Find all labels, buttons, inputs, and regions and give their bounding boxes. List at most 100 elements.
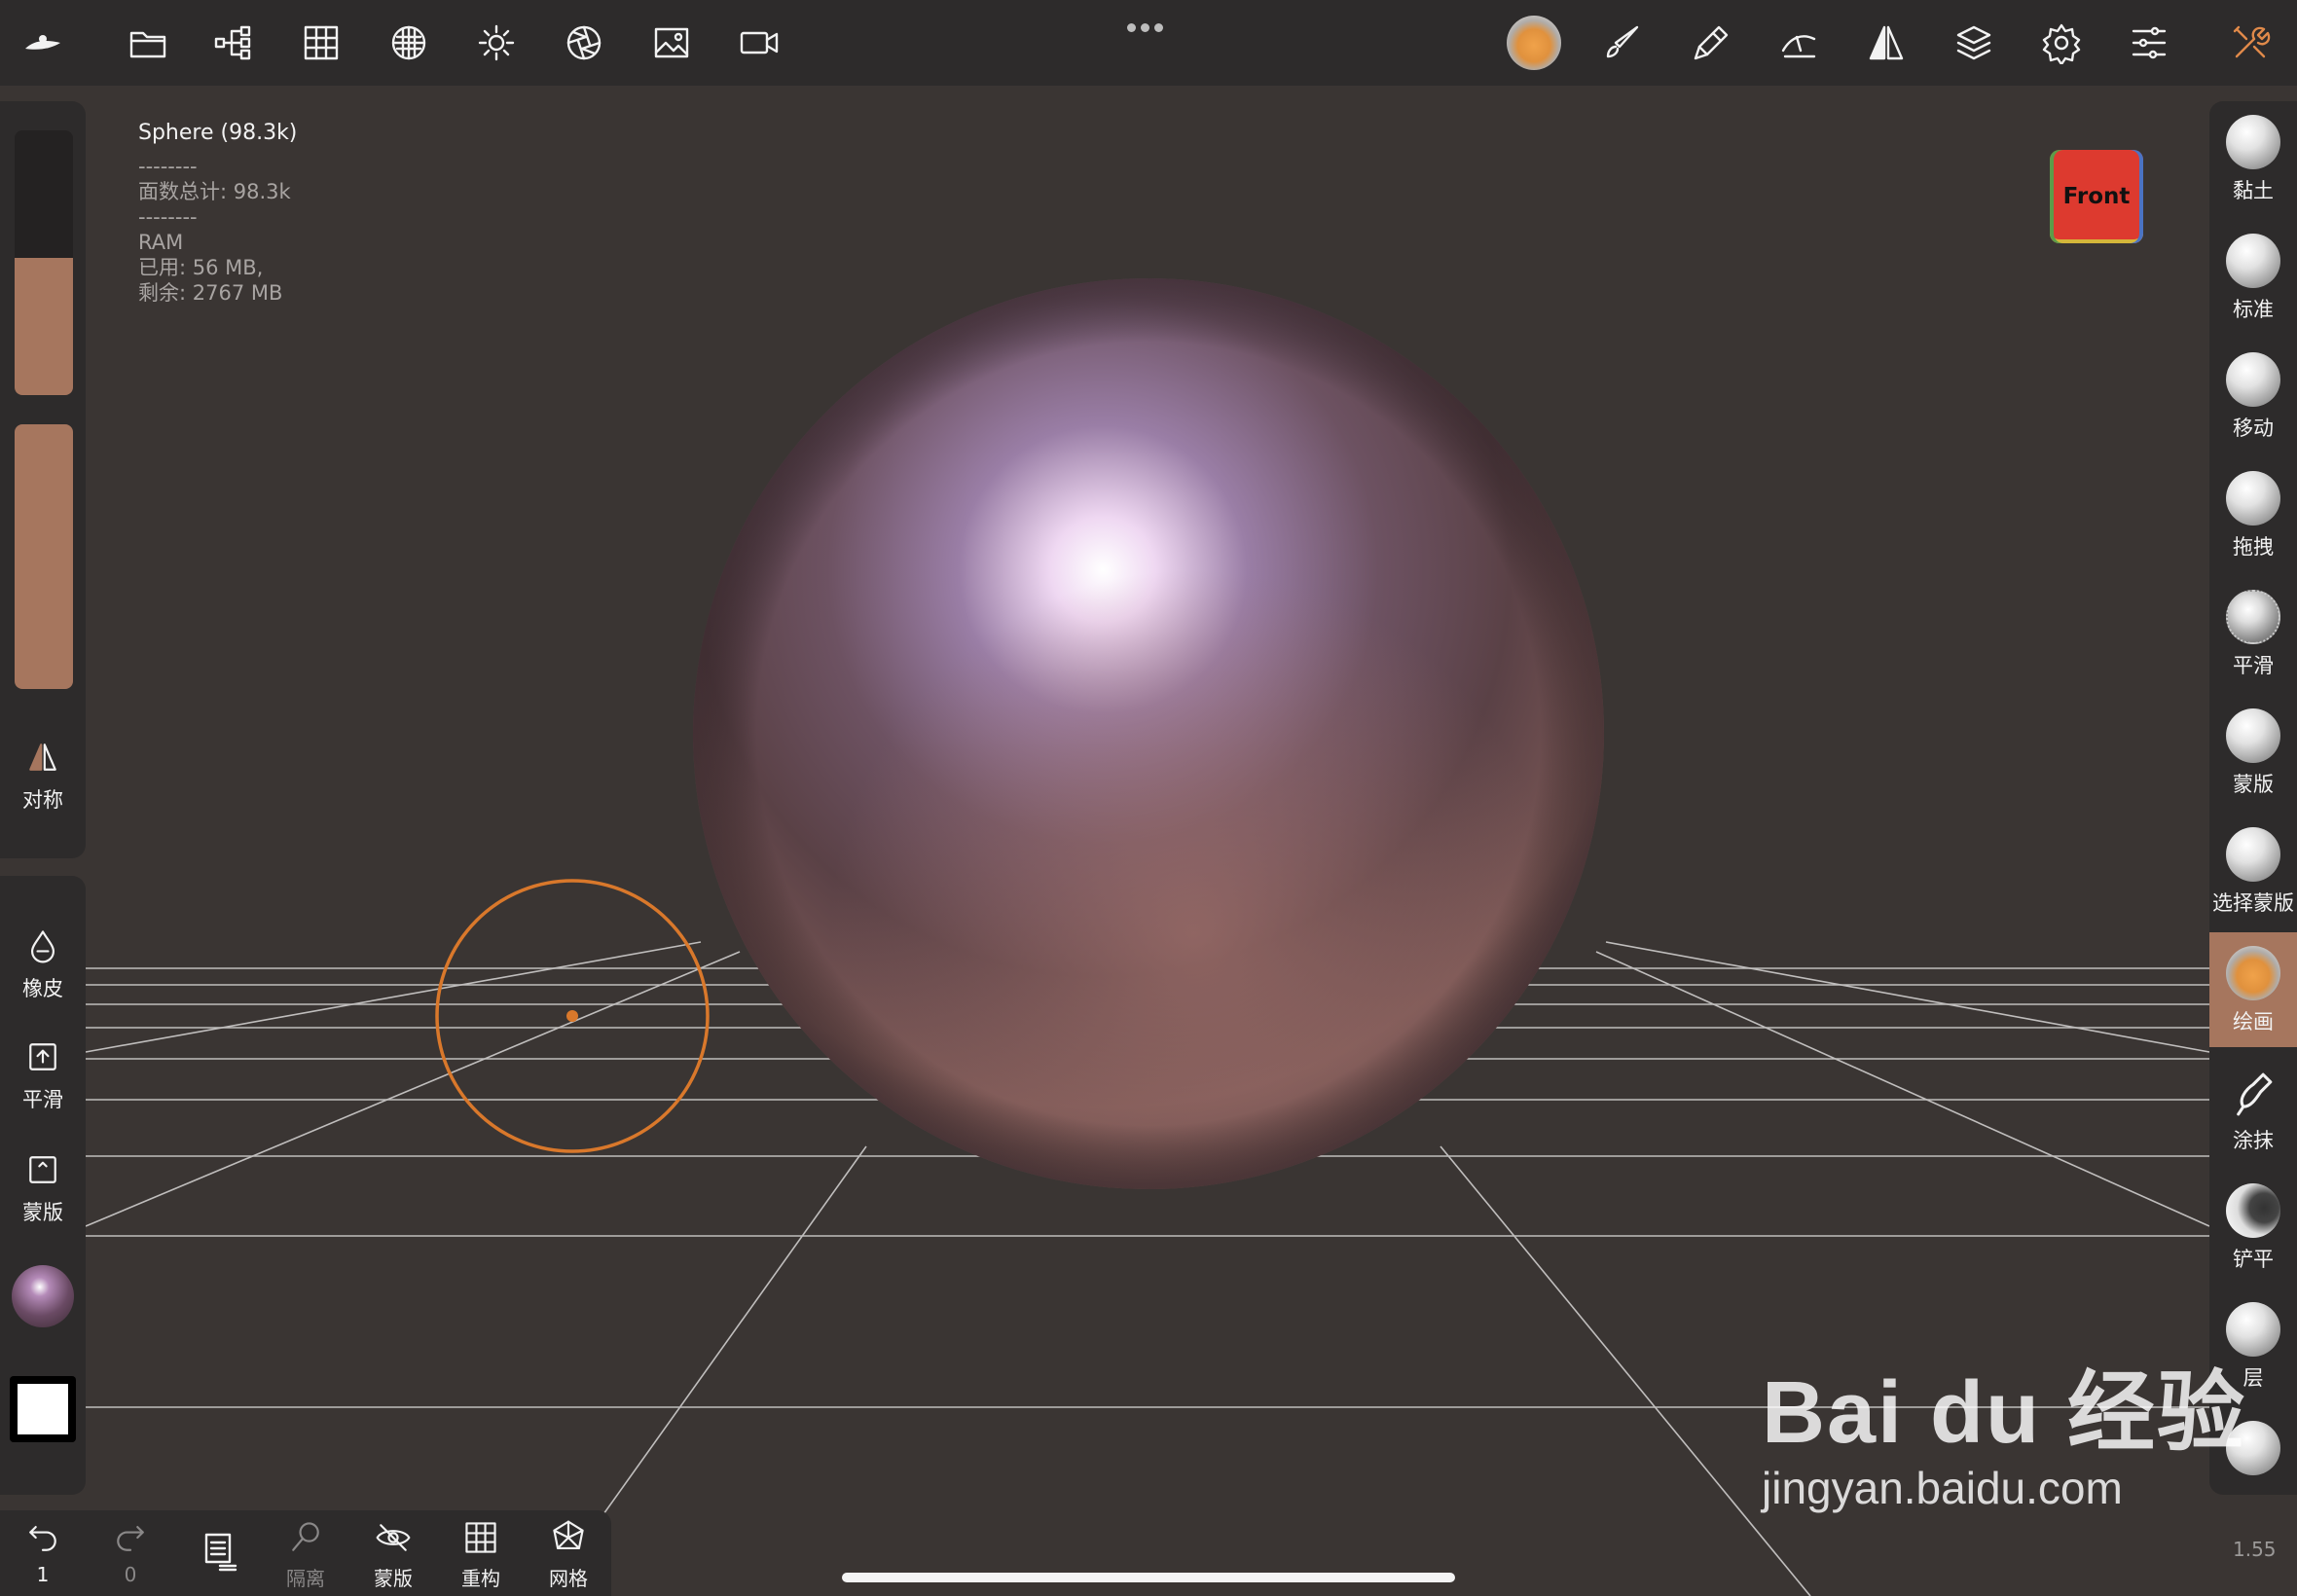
- scene-tree-icon[interactable]: [212, 21, 255, 64]
- redo-count: 0: [124, 1563, 137, 1586]
- tool-drag[interactable]: 拖拽: [2209, 457, 2297, 572]
- tool-palette: 黏土 标准 移动 拖拽 平滑 蒙版 选择蒙版 绘画 涂抹 铲平 层: [2209, 101, 2297, 1495]
- top-toolbar: [0, 0, 2297, 86]
- tool-label: 涂抹: [2233, 1129, 2274, 1152]
- tool-label: 拖拽: [2233, 535, 2274, 559]
- tool-ball-icon: [2226, 234, 2280, 288]
- mesh-button[interactable]: 网格: [533, 1518, 603, 1591]
- info-separator: --------: [138, 205, 198, 229]
- remesh-button[interactable]: 重构: [446, 1518, 516, 1591]
- eraser-label: 橡皮: [22, 977, 63, 1000]
- tools-icon[interactable]: [2229, 21, 2272, 64]
- color-swatch[interactable]: [10, 1376, 76, 1442]
- redo-icon: [117, 1526, 144, 1551]
- redo-button[interactable]: 0: [95, 1518, 165, 1586]
- mesh-label: 网格: [549, 1567, 588, 1590]
- tool-ball-icon: [2226, 946, 2280, 1000]
- face-count: 面数总计: 98.3k: [138, 180, 291, 203]
- tool-select-mask[interactable]: 选择蒙版: [2209, 814, 2297, 928]
- mask-visibility-button[interactable]: 蒙版: [358, 1518, 428, 1591]
- intensity-slider-fill: [15, 424, 73, 689]
- tool-label: 铲平: [2233, 1248, 2274, 1271]
- isolate-label: 隔离: [286, 1567, 325, 1590]
- watermark-brand: Bai du 经验: [1762, 1364, 2247, 1462]
- drop-icon: [31, 930, 55, 963]
- light-icon[interactable]: [475, 21, 518, 64]
- brush-icon[interactable]: [1602, 21, 1645, 64]
- ram-label: RAM: [138, 231, 184, 254]
- home-menu-icon[interactable]: [21, 21, 64, 64]
- tool-clay[interactable]: 黏土: [2209, 101, 2297, 216]
- isolate-button[interactable]: 隔离: [271, 1518, 341, 1591]
- folder-icon[interactable]: [127, 21, 169, 64]
- undo-count: 1: [36, 1563, 50, 1586]
- mask-button[interactable]: 蒙版: [0, 1150, 86, 1226]
- ram-used: 已用: 56 MB,: [138, 256, 264, 279]
- eraser-button[interactable]: 橡皮: [0, 926, 86, 1002]
- mask-label: 蒙版: [22, 1201, 63, 1224]
- smudge-icon: [2226, 1065, 2280, 1119]
- paint-icon[interactable]: [1690, 21, 1732, 64]
- undo-button[interactable]: 1: [8, 1518, 78, 1586]
- grid-icon: [465, 1522, 496, 1553]
- tool-smooth[interactable]: 平滑: [2209, 576, 2297, 691]
- symmetry-icon: [29, 744, 56, 771]
- object-name: Sphere (98.3k): [138, 121, 298, 145]
- watermark-url: jingyan.baidu.com: [1762, 1463, 2123, 1513]
- smooth-icon: [29, 1043, 56, 1070]
- sliders-icon[interactable]: [2128, 21, 2170, 64]
- tool-ball-icon: [2226, 352, 2280, 407]
- ram-free: 剩余: 2767 MB: [138, 281, 283, 305]
- version-number: 1.55: [2233, 1538, 2277, 1561]
- info-separator: --------: [138, 155, 198, 178]
- tool-label: 绘画: [2233, 1010, 2274, 1034]
- symmetry-button[interactable]: 对称: [0, 738, 86, 814]
- magnifier-icon: [292, 1522, 319, 1551]
- quick-tools-panel: 橡皮 平滑 蒙版: [0, 876, 86, 1495]
- topology-icon[interactable]: [387, 21, 430, 64]
- material-sphere[interactable]: [1507, 16, 1561, 70]
- tool-ball-icon: [2226, 827, 2280, 882]
- eye-off-icon: [376, 1524, 411, 1551]
- brush-settings-panel: 对称: [0, 101, 86, 858]
- aperture-icon[interactable]: [563, 21, 605, 64]
- tool-ball-icon: [2226, 1183, 2280, 1238]
- home-indicator[interactable]: [842, 1573, 1455, 1582]
- tool-standard[interactable]: 标准: [2209, 220, 2297, 335]
- tool-label: 黏土: [2233, 179, 2274, 202]
- smooth-label: 平滑: [22, 1088, 63, 1111]
- scene-info: Sphere (98.3k) -------- 面数总计: 98.3k ----…: [138, 121, 297, 306]
- tool-label: 标准: [2233, 298, 2274, 321]
- tool-flatten[interactable]: 铲平: [2209, 1170, 2297, 1285]
- symmetry-icon[interactable]: [1865, 21, 1908, 64]
- tool-mask[interactable]: 蒙版: [2209, 695, 2297, 810]
- grid-icon[interactable]: [300, 21, 343, 64]
- view-cube[interactable]: Front: [2050, 150, 2143, 243]
- remesh-label: 重构: [461, 1567, 500, 1590]
- brush-cursor-dot: [566, 1010, 578, 1022]
- image-icon[interactable]: [650, 21, 693, 64]
- video-camera-icon[interactable]: [738, 21, 781, 64]
- document-icon[interactable]: [183, 1524, 253, 1577]
- tool-smudge[interactable]: 涂抹: [2209, 1051, 2297, 1166]
- undo-icon: [29, 1526, 56, 1551]
- tool-paint[interactable]: 绘画: [2209, 932, 2297, 1047]
- tool-move[interactable]: 移动: [2209, 339, 2297, 453]
- radius-slider[interactable]: [15, 130, 73, 395]
- tool-label: 选择蒙版: [2212, 891, 2294, 915]
- tool-label: 蒙版: [2233, 773, 2274, 796]
- tool-ball-icon: [2226, 590, 2280, 644]
- more-dots-icon[interactable]: [1127, 18, 1170, 32]
- intensity-slider[interactable]: [15, 424, 73, 689]
- tool-ball-icon: [2226, 471, 2280, 526]
- tool-ball-icon: [2226, 115, 2280, 169]
- smooth-button[interactable]: 平滑: [0, 1037, 86, 1113]
- symmetry-label: 对称: [22, 788, 63, 812]
- bottom-toolbar: 1 0 隔离 蒙版 重构 网格: [0, 1510, 611, 1596]
- mask-vis-label: 蒙版: [374, 1567, 413, 1590]
- watermark: Bai du 经验 jingyan.baidu.com: [1762, 1341, 2246, 1514]
- stroke-icon[interactable]: [1777, 21, 1820, 64]
- layers-icon[interactable]: [1952, 21, 1995, 64]
- settings-icon[interactable]: [2040, 21, 2083, 66]
- material-preview[interactable]: [12, 1265, 74, 1327]
